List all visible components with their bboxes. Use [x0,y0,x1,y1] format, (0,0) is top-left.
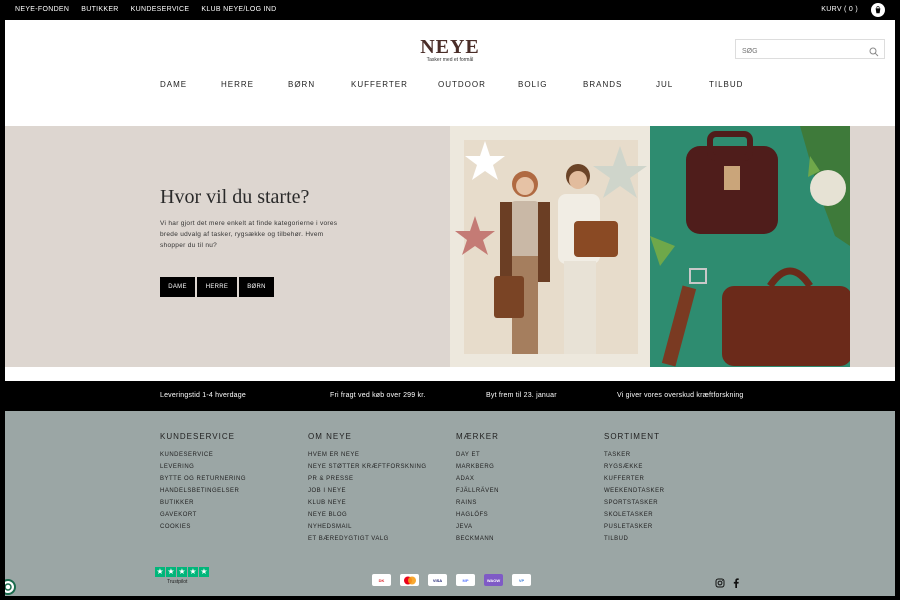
footer-link[interactable]: ET BÆREDYGTIGT VALG [308,533,427,545]
footer-link[interactable]: COOKIES [160,521,246,533]
mastercard-icon [400,574,419,586]
hero-text: Vi har gjort det mere enkelt at finde ka… [160,220,338,249]
footer-link[interactable]: PUSLETASKER [604,521,664,533]
footer-link[interactable]: TILBUD [604,533,664,545]
nav-item-jul[interactable]: JUL [656,80,673,89]
utility-link-login[interactable]: KLUB NEYE/LOG IND [201,6,276,13]
top-utility-bar: NEYE-FONDEN BUTIKKER KUNDESERVICE KLUB N… [5,0,895,20]
footer-link[interactable]: KUFFERTER [604,473,664,485]
footer-link[interactable]: NEYE BLOG [308,509,427,521]
footer-link[interactable]: TASKER [604,449,664,461]
nav-item-herre[interactable]: HERRE [221,80,254,89]
footer-link[interactable]: DAY ET [456,449,499,461]
star-icon: ★ [155,567,165,577]
usp-exchange: Byt frem til 23. januar [486,392,557,399]
mobilepay-icon: MP [456,574,475,586]
footer-link[interactable]: KUNDESERVICE [160,449,246,461]
footer-link[interactable]: ADAX [456,473,499,485]
payment-methods: DK VISA MP WAOW VP [372,574,531,586]
trustpilot-widget[interactable]: ★ ★ ★ ★ ★ Trustpilot [155,567,209,585]
footer-link[interactable]: SKOLETASKER [604,509,664,521]
search-input[interactable] [736,42,856,61]
hero-title: Hvor vil du starte? [160,186,310,208]
footer-link[interactable]: RYGSÆKKE [604,461,664,473]
footer-link[interactable]: BECKMANN [456,533,499,545]
instagram-icon[interactable] [715,575,725,593]
footer-column-title: MÆRKER [456,432,499,441]
hero-button-dame[interactable]: DAME [160,277,195,297]
footer-link[interactable]: KLUB NEYE [308,497,427,509]
dankort-icon: DK [372,574,391,586]
nav-item-bolig[interactable]: BOLIG [518,80,547,89]
hero-buttons: DAME HERRE BØRN [160,277,274,297]
footer-link[interactable]: LEVERING [160,461,246,473]
cart-link[interactable]: KURV ( 0 ) [821,6,858,13]
footer-link[interactable]: NEYE STØTTER KRÆFTFORSKNING [308,461,427,473]
footer-link[interactable]: PR & PRESSE [308,473,427,485]
footer-link[interactable]: WEEKENDTASKER [604,485,664,497]
nav-item-outdoor[interactable]: OUTDOOR [438,80,486,89]
star-icon: ★ [199,567,209,577]
footer-link[interactable]: NYHEDSMAIL [308,521,427,533]
footer-link[interactable]: RAINS [456,497,499,509]
site-footer: KUNDESERVICE KUNDESERVICE LEVERING BYTTE… [5,411,895,596]
footer-column-title: KUNDESERVICE [160,432,235,441]
bag-icon[interactable] [871,3,885,17]
facebook-icon[interactable] [732,575,740,593]
star-icon: ★ [188,567,198,577]
nav-item-dame[interactable]: DAME [160,80,187,89]
nav-item-tilbud[interactable]: TILBUD [709,80,743,89]
footer-column-title: SORTIMENT [604,432,660,441]
footer-link[interactable]: BYTTE OG RETURNERING [160,473,246,485]
footer-link[interactable]: BUTIKKER [160,497,246,509]
footer-column-kundeservice: KUNDESERVICE KUNDESERVICE LEVERING BYTTE… [160,432,246,533]
footer-link[interactable]: JOB I NEYE [308,485,427,497]
usp-cancer-research: Vi giver vores overskud kræftforskning [617,392,744,399]
trustpilot-label: Trustpilot [167,579,188,585]
utility-links: NEYE-FONDEN BUTIKKER KUNDESERVICE KLUB N… [15,6,277,13]
footer-link[interactable]: JEVA [456,521,499,533]
hero-photo-bags[interactable] [650,126,852,367]
star-icon: ★ [166,567,176,577]
footer-column-om-neye: OM NEYE HVEM ER NEYE NEYE STØTTER KRÆFTF… [308,432,427,545]
footer-column-maerker: MÆRKER DAY ET MARKBERG ADAX FJÄLLRÄVEN R… [456,432,499,545]
nav-item-born[interactable]: BØRN [288,80,315,89]
hero-banner: Hvor vil du starte? Vi har gjort det mer… [5,126,895,367]
hero-button-herre[interactable]: HERRE [197,277,237,297]
search-icon[interactable] [869,44,879,62]
footer-column-title: OM NEYE [308,432,352,441]
utility-link-neye-fonden[interactable]: NEYE-FONDEN [15,6,69,13]
star-icon: ★ [177,567,187,577]
footer-link[interactable]: FJÄLLRÄVEN [456,485,499,497]
hero-photo-models[interactable] [450,126,650,367]
usp-bar: Leveringstid 1-4 hverdage Fri fragt ved … [5,381,895,411]
waow-icon: WAOW [484,574,503,586]
utility-link-butikker[interactable]: BUTIKKER [81,6,118,13]
hero-button-born[interactable]: BØRN [239,277,274,297]
search-box [735,39,885,62]
usp-delivery: Leveringstid 1-4 hverdage [160,392,246,399]
footer-link[interactable]: HANDELSBETINGELSER [160,485,246,497]
footer-link[interactable]: GAVEKORT [160,509,246,521]
social-links [715,575,740,593]
utility-link-kundeservice[interactable]: KUNDESERVICE [131,6,190,13]
footer-column-sortiment: SORTIMENT TASKER RYGSÆKKE KUFFERTER WEEK… [604,432,664,545]
footer-link[interactable]: SPORTSTASKER [604,497,664,509]
trustpilot-stars: ★ ★ ★ ★ ★ [155,567,209,577]
usp-free-shipping: Fri fragt ved køb over 299 kr. [330,392,426,399]
footer-link[interactable]: MARKBERG [456,461,499,473]
footer-link[interactable]: HAGLÖFS [456,509,499,521]
visa-icon: VISA [428,574,447,586]
viabill-icon: VP [512,574,531,586]
nav-item-kufferter[interactable]: KUFFERTER [351,80,408,89]
nav-item-brands[interactable]: BRANDS [583,80,622,89]
footer-link[interactable]: HVEM ER NEYE [308,449,427,461]
